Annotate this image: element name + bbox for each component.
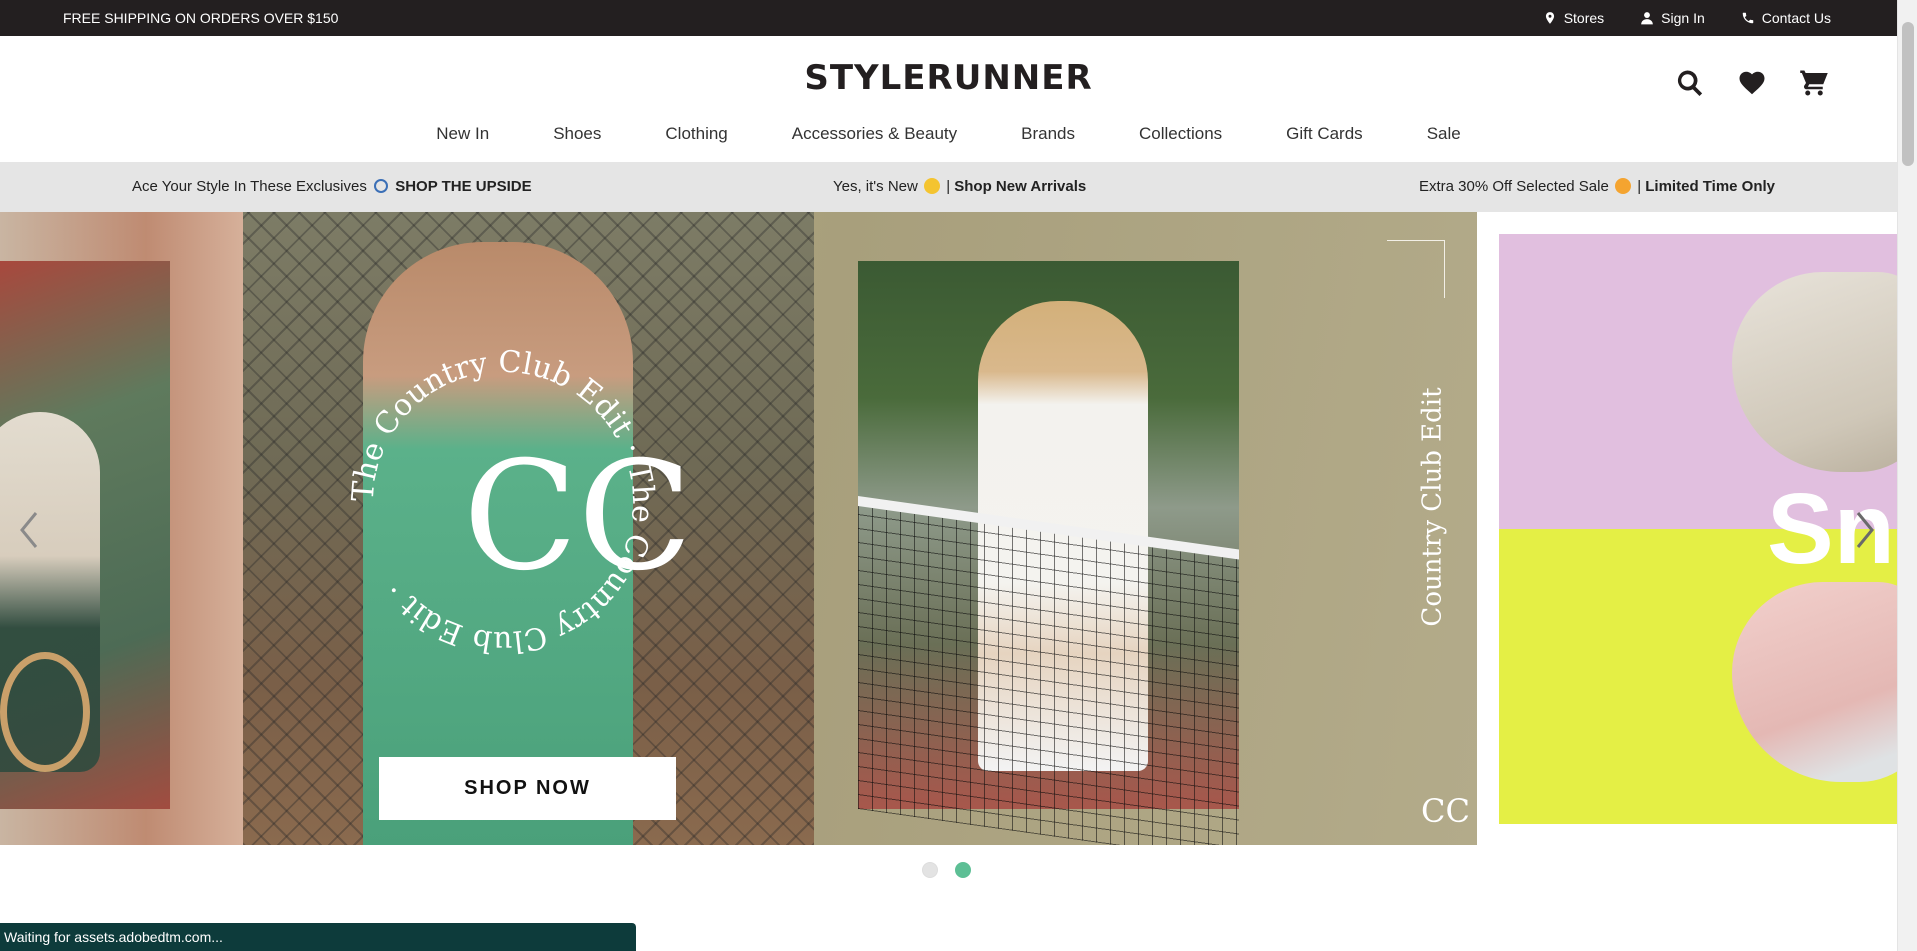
carousel-next-button[interactable]: [1850, 507, 1880, 553]
promo-new-link[interactable]: Shop New Arrivals: [954, 178, 1086, 195]
promo-sale[interactable]: Extra 30% Off Selected Sale | Limited Ti…: [1419, 178, 1775, 195]
heart-icon[interactable]: [1737, 68, 1767, 98]
header-icons: [1675, 68, 1829, 98]
hero-slide-country-club[interactable]: The Country Club Edit · The Country Club…: [243, 212, 1477, 845]
carousel-dot-1[interactable]: [922, 862, 938, 878]
nav-gift-cards[interactable]: Gift Cards: [1254, 124, 1395, 144]
sign-in-label: Sign In: [1661, 10, 1705, 26]
nav-sale[interactable]: Sale: [1395, 124, 1493, 144]
nav-collections[interactable]: Collections: [1107, 124, 1254, 144]
frame-corner-decoration: [1387, 240, 1445, 298]
site-logo[interactable]: STYLERUNNER: [0, 58, 1897, 98]
page-scrollbar[interactable]: [1897, 0, 1917, 951]
winking-face-icon: [924, 178, 941, 194]
promo-new-separator: |: [946, 178, 951, 195]
user-icon: [1641, 12, 1653, 25]
cart-icon[interactable]: [1799, 68, 1829, 98]
tennis-racket-icon: [374, 179, 389, 193]
nav-shoes[interactable]: Shoes: [521, 124, 633, 144]
nav-brands[interactable]: Brands: [989, 124, 1107, 144]
location-pin-icon: [1545, 12, 1554, 24]
heart-eyes-face-icon: [1615, 178, 1632, 194]
stores-link[interactable]: Stores: [1543, 10, 1604, 26]
main-nav: New In Shoes Clothing Accessories & Beau…: [0, 124, 1897, 144]
phone-icon: [1742, 12, 1753, 24]
top-bar: FREE SHIPPING ON ORDERS OVER $150 Stores…: [0, 0, 1897, 36]
promo-sale-separator: |: [1637, 178, 1642, 195]
model-green-shirt-image: The Country Club Edit · The Country Club…: [243, 212, 814, 845]
contact-us-label: Contact Us: [1761, 10, 1831, 26]
promo-strip: Ace Your Style In These Exclusives SHOP …: [0, 162, 1897, 212]
stores-label: Stores: [1563, 10, 1605, 26]
top-links: Stores Sign In Contact Us: [1543, 10, 1831, 26]
carousel-dots: [922, 862, 971, 878]
search-icon[interactable]: [1675, 68, 1705, 98]
promo-new-text: Yes, it's New: [833, 178, 918, 195]
model-tennis-net-image: [858, 261, 1239, 845]
chevron-right-icon: [1856, 512, 1874, 548]
promo-sale-link[interactable]: Limited Time Only: [1645, 178, 1775, 195]
tennis-racket-image: [0, 652, 90, 772]
chevron-left-icon: [20, 512, 38, 548]
nav-clothing[interactable]: Clothing: [633, 124, 759, 144]
cc-monogram: CC: [463, 430, 693, 604]
carousel-dot-2[interactable]: [955, 862, 971, 878]
scrollbar-thumb[interactable]: [1902, 22, 1914, 166]
promo-upside[interactable]: Ace Your Style In These Exclusives SHOP …: [132, 178, 532, 195]
vertical-title: Country Club Edit: [1413, 387, 1453, 626]
next-slide-preview[interactable]: Sn: [1477, 212, 1897, 845]
promo-upside-link[interactable]: SHOP THE UPSIDE: [395, 178, 531, 195]
nav-accessories-beauty[interactable]: Accessories & Beauty: [760, 124, 989, 144]
carousel-prev-button[interactable]: [14, 507, 44, 553]
promo-sale-text: Extra 30% Off Selected Sale: [1419, 178, 1609, 195]
sign-in-link[interactable]: Sign In: [1640, 10, 1705, 26]
hero-carousel: The Country Club Edit · The Country Club…: [0, 212, 1897, 845]
promo-upside-text: Ace Your Style In These Exclusives: [132, 178, 367, 195]
vertical-title-text: Country Club Edit: [1418, 387, 1448, 627]
free-shipping-banner: FREE SHIPPING ON ORDERS OVER $150: [63, 10, 339, 26]
tennis-net: [858, 496, 1239, 845]
nav-new-in[interactable]: New In: [404, 124, 521, 144]
shop-now-button[interactable]: SHOP NOW: [379, 757, 676, 820]
cc-small-monogram: CC: [1421, 792, 1470, 830]
promo-new-arrivals[interactable]: Yes, it's New | Shop New Arrivals: [833, 178, 1086, 195]
browser-status-bar: Waiting for assets.adobedtm.com...: [0, 923, 636, 951]
contact-us-link[interactable]: Contact Us: [1741, 10, 1831, 26]
site-header: STYLERUNNER New In Shoes Clothing Access…: [0, 36, 1897, 162]
